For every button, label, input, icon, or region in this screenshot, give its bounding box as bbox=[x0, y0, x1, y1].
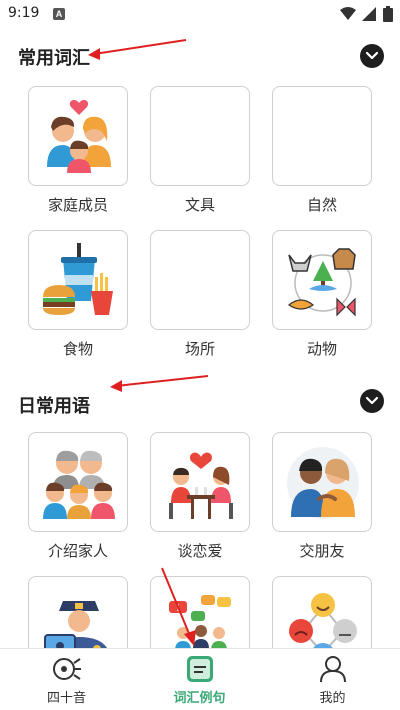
chevron-down-icon[interactable] bbox=[360, 44, 384, 68]
annotation-arrow bbox=[110, 375, 209, 392]
notification-badge-icon: A bbox=[53, 8, 65, 20]
tile-label: 食物 bbox=[62, 340, 93, 358]
vocab-tile-animals[interactable] bbox=[272, 230, 372, 330]
nav-tab-profile[interactable]: 我的 bbox=[266, 649, 399, 710]
nav-tab-vocabulary[interactable]: 词汇例句 bbox=[133, 649, 266, 710]
tile-label: 家庭成员 bbox=[47, 196, 108, 214]
vocab-tile-nature[interactable] bbox=[272, 86, 372, 186]
vocab-tile-stationery[interactable] bbox=[150, 86, 250, 186]
nav-tab-label: 词汇例句 bbox=[173, 691, 226, 706]
vocabulary-icon bbox=[187, 656, 213, 682]
vocab-tile-places[interactable] bbox=[150, 230, 250, 330]
dating-couple-icon bbox=[169, 452, 233, 519]
emotions-icon bbox=[289, 593, 357, 648]
phrase-tile-introduce-family[interactable] bbox=[28, 432, 128, 532]
annotation-arrow bbox=[88, 39, 187, 60]
meeting-chat-icon: ! bbox=[169, 595, 231, 648]
wifi-icon bbox=[340, 7, 356, 20]
nav-tab-kana[interactable]: 四十音 bbox=[0, 649, 133, 710]
tile-label: 谈恋爱 bbox=[177, 542, 223, 560]
battery-icon bbox=[383, 6, 393, 22]
fast-food-icon bbox=[43, 243, 113, 315]
friends-icon bbox=[287, 447, 359, 519]
police-officer-icon bbox=[44, 601, 107, 648]
chevron-down-icon[interactable] bbox=[360, 389, 384, 413]
kana-icon bbox=[53, 658, 81, 680]
nav-tab-label: 我的 bbox=[319, 691, 346, 706]
section-title-daily-phrases: 日常用语 bbox=[18, 396, 90, 417]
tile-label: 自然 bbox=[306, 196, 337, 214]
tile-label: 介绍家人 bbox=[47, 542, 108, 560]
tile-label: 动物 bbox=[306, 340, 337, 358]
profile-icon bbox=[320, 656, 346, 683]
section-title-common-words: 常用词汇 bbox=[18, 48, 90, 69]
phrase-tile-emotions[interactable] bbox=[272, 576, 372, 648]
phrase-tile-meeting[interactable]: ! bbox=[150, 576, 250, 648]
vocab-tile-family[interactable] bbox=[28, 86, 128, 186]
status-bar: 9:19 A bbox=[0, 0, 400, 28]
tile-label: 交朋友 bbox=[299, 542, 345, 560]
nav-tab-label: 四十音 bbox=[46, 691, 86, 706]
phrase-tile-make-friends[interactable] bbox=[272, 432, 372, 532]
family-group-icon bbox=[43, 450, 115, 519]
signal-icon bbox=[362, 7, 376, 21]
status-time: 9:19 bbox=[8, 5, 40, 21]
family-icon bbox=[47, 100, 111, 173]
vocab-tile-food[interactable] bbox=[28, 230, 128, 330]
tile-label: 文具 bbox=[184, 196, 215, 214]
tile-label: 场所 bbox=[184, 340, 215, 358]
phrase-tile-dating[interactable] bbox=[150, 432, 250, 532]
bottom-nav: 四十音 词汇例句 我的 bbox=[0, 648, 400, 710]
phrase-tile-police[interactable] bbox=[28, 576, 128, 648]
main-content[interactable]: 常用词汇 家庭成员 文具 自然 食物 场所 动物 日常用语 介绍家人 谈恋爱 交… bbox=[0, 28, 400, 648]
svg-text:!: ! bbox=[176, 603, 179, 614]
animals-icon bbox=[287, 248, 356, 317]
